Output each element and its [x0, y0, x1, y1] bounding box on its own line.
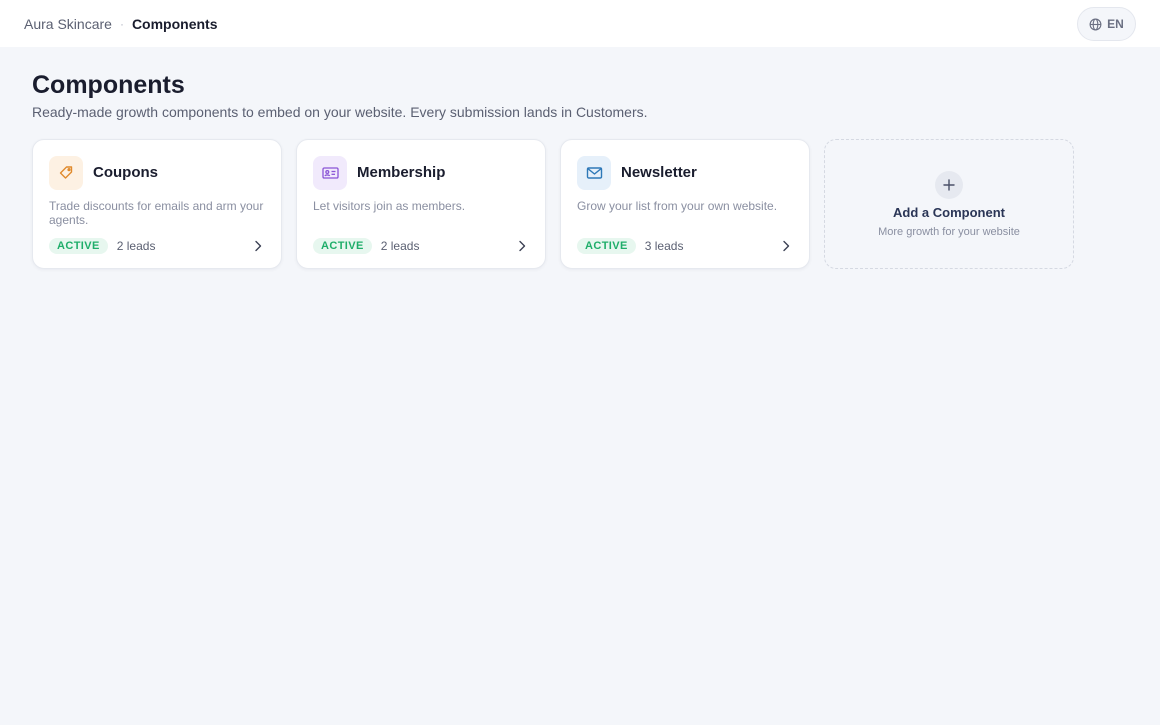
- card-description: Trade discounts for emails and arm your …: [49, 199, 264, 227]
- card-icon-wrap: [49, 156, 83, 190]
- component-card-membership[interactable]: Membership Let visitors join as members.…: [296, 139, 546, 269]
- card-description: Let visitors join as members.: [313, 199, 466, 213]
- page-subtitle: Ready-made growth components to embed on…: [32, 104, 648, 120]
- breadcrumb-separator: ·: [119, 16, 124, 31]
- add-component-title: Add a Component: [893, 205, 1005, 220]
- plus-icon: [943, 179, 955, 191]
- card-icon-wrap: [577, 156, 611, 190]
- top-bar: Aura Skincare · Components EN: [0, 0, 1160, 47]
- card-title: Membership: [357, 164, 446, 181]
- add-component-card[interactable]: Add a Component More growth for your web…: [824, 139, 1074, 269]
- component-cards: Coupons Trade discounts for emails and a…: [32, 139, 1074, 269]
- tag-icon: [59, 166, 73, 179]
- leads-count: 2 leads: [380, 239, 420, 253]
- card-title: Coupons: [93, 164, 158, 181]
- breadcrumb-parent[interactable]: Aura Skincare: [24, 16, 112, 32]
- component-card-newsletter[interactable]: Newsletter Grow your list from your own …: [560, 139, 810, 269]
- status-badge: ACTIVE: [313, 238, 372, 254]
- add-component-subtitle: More growth for your website: [878, 226, 1020, 238]
- globe-icon: [1089, 18, 1102, 30]
- chevron-right-icon[interactable]: [779, 239, 793, 253]
- card-footer: ACTIVE 2 leads: [313, 237, 529, 255]
- chevron-right-icon[interactable]: [251, 239, 265, 253]
- status-badge: ACTIVE: [577, 238, 636, 254]
- leads-count: 2 leads: [116, 239, 156, 253]
- page-title: Components: [32, 71, 185, 99]
- leads-count: 3 leads: [644, 239, 684, 253]
- breadcrumb-current: Components: [131, 15, 218, 32]
- mail-icon: [586, 167, 602, 179]
- language-label: EN: [1107, 17, 1124, 31]
- status-badge: ACTIVE: [49, 238, 108, 254]
- language-button[interactable]: EN: [1077, 7, 1136, 41]
- card-description: Grow your list from your own website.: [577, 199, 778, 213]
- card-footer: ACTIVE 2 leads: [49, 237, 265, 255]
- card-title: Newsletter: [621, 164, 697, 181]
- component-card-coupons[interactable]: Coupons Trade discounts for emails and a…: [32, 139, 282, 269]
- chevron-right-icon[interactable]: [515, 239, 529, 253]
- add-plus-wrap: [935, 171, 963, 199]
- card-icon-wrap: [313, 156, 347, 190]
- card-footer: ACTIVE 3 leads: [577, 237, 793, 255]
- id-card-icon: [321, 167, 339, 179]
